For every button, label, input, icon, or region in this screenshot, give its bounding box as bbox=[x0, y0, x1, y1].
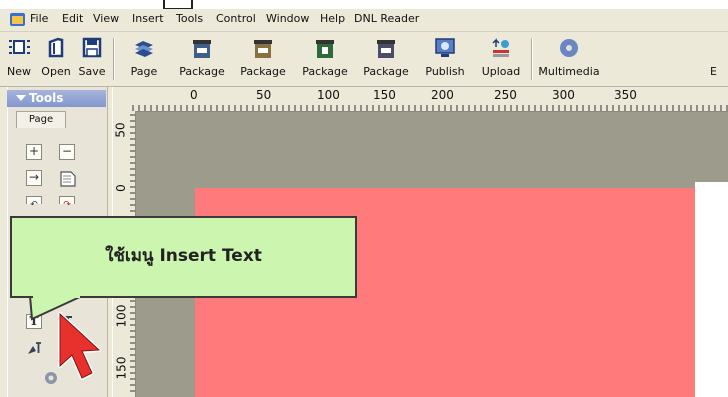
package-lock-icon bbox=[316, 40, 334, 58]
undo-icon: ↶ bbox=[30, 200, 38, 210]
ruler-label: 50 bbox=[256, 88, 272, 102]
new-button-label: New bbox=[7, 65, 31, 78]
minus-icon: − bbox=[61, 144, 73, 158]
menu-tools[interactable]: Tools bbox=[176, 12, 203, 25]
package-button-1-label: Package bbox=[179, 65, 225, 78]
arrow-right-icon: → bbox=[28, 170, 40, 184]
menu-bar: File Edit View Insert Tools Control Wind… bbox=[0, 9, 728, 32]
menu-dnl-reader[interactable]: DNL Reader bbox=[354, 12, 419, 25]
menu-edit[interactable]: Edit bbox=[62, 12, 83, 25]
toolbar: New Open Save Page Package Package Packa… bbox=[0, 32, 728, 87]
menu-view[interactable]: View bbox=[93, 12, 119, 25]
save-button-label: Save bbox=[78, 65, 106, 78]
package-button-2[interactable]: Package bbox=[232, 32, 294, 86]
open-button-label: Open bbox=[41, 65, 71, 78]
toolbar-separator bbox=[113, 38, 114, 80]
upload-icon bbox=[492, 38, 509, 57]
save-disk-icon bbox=[82, 37, 102, 58]
upload-button-label: Upload bbox=[481, 65, 521, 78]
ruler-label: 100 bbox=[317, 88, 340, 102]
top-partial-strip bbox=[0, 0, 728, 9]
package-button-1[interactable]: Package bbox=[172, 32, 232, 86]
ruler-label: 0 bbox=[113, 184, 128, 192]
add-page-tool[interactable]: + bbox=[26, 144, 42, 160]
page-button[interactable]: Page bbox=[116, 32, 172, 86]
ruler-label: 250 bbox=[494, 88, 517, 102]
ruler-label: 200 bbox=[431, 88, 454, 102]
new-button[interactable]: New bbox=[0, 32, 38, 86]
package-box-icon bbox=[193, 40, 211, 58]
package-box-icon bbox=[377, 40, 395, 58]
upload-button[interactable]: Upload bbox=[474, 32, 528, 86]
horizontal-ruler: 0 50 100 150 200 250 300 350 bbox=[113, 87, 728, 112]
package-button-3[interactable]: Package bbox=[294, 32, 356, 86]
plus-icon: + bbox=[28, 144, 40, 158]
instruction-callout: ใช้เมนู Insert Text bbox=[10, 216, 357, 321]
redo-icon: ↷ bbox=[63, 200, 71, 210]
next-page-tool[interactable]: → bbox=[26, 170, 42, 186]
package-button-3-label: Package bbox=[302, 65, 348, 78]
collapse-triangle-icon bbox=[16, 95, 26, 101]
package-box-icon bbox=[254, 40, 272, 58]
menu-control[interactable]: Control bbox=[216, 12, 256, 25]
partial-icon-box bbox=[163, 0, 193, 9]
multimedia-button-label: Multimedia bbox=[538, 65, 600, 78]
ruler-label: 350 bbox=[614, 88, 637, 102]
ruler-label: 300 bbox=[552, 88, 575, 102]
tab-page[interactable]: Page bbox=[16, 111, 66, 128]
page-edge bbox=[695, 182, 728, 397]
page-layout-tool[interactable] bbox=[59, 170, 76, 187]
save-button[interactable]: Save bbox=[74, 32, 110, 86]
new-page-icon bbox=[9, 40, 30, 54]
ruler-label: 0 bbox=[190, 88, 198, 102]
redo-tool[interactable]: ↷ bbox=[59, 196, 75, 210]
menu-insert[interactable]: Insert bbox=[132, 12, 164, 25]
truncated-button[interactable]: E bbox=[710, 32, 728, 86]
publish-monitor-icon bbox=[435, 38, 455, 57]
ruler-label: 50 bbox=[113, 122, 128, 138]
remove-page-tool[interactable]: − bbox=[59, 144, 75, 160]
page-button-label: Page bbox=[130, 65, 158, 78]
open-file-icon bbox=[48, 37, 64, 58]
image-text-icon bbox=[28, 342, 41, 354]
multimedia-button[interactable]: Multimedia bbox=[534, 32, 604, 86]
toolbar-separator bbox=[531, 38, 532, 80]
undo-tool[interactable]: ↶ bbox=[26, 196, 42, 210]
menu-help[interactable]: Help bbox=[320, 12, 345, 25]
page-layout-icon bbox=[60, 171, 76, 187]
tools-panel-header[interactable]: Tools bbox=[7, 90, 106, 107]
callout-text: ใช้เมนู Insert Text bbox=[105, 246, 262, 266]
truncated-button-label: E bbox=[710, 65, 717, 78]
menu-window[interactable]: Window bbox=[266, 12, 309, 25]
page-stack-icon bbox=[135, 41, 153, 57]
open-button[interactable]: Open bbox=[38, 32, 74, 86]
package-button-4[interactable]: Package bbox=[356, 32, 416, 86]
publish-button-label: Publish bbox=[425, 65, 465, 78]
publish-button[interactable]: Publish bbox=[416, 32, 474, 86]
menu-file[interactable]: File bbox=[30, 12, 48, 25]
image-text-tool[interactable] bbox=[26, 340, 42, 356]
multimedia-icon bbox=[560, 39, 578, 57]
ruler-label: 150 bbox=[373, 88, 396, 102]
tools-panel-title: Tools bbox=[29, 91, 64, 105]
package-button-4-label: Package bbox=[363, 65, 409, 78]
mouse-cursor-icon bbox=[58, 312, 101, 380]
package-button-2-label: Package bbox=[240, 65, 286, 78]
app-icon bbox=[10, 13, 25, 26]
ruler-label: 150 bbox=[114, 356, 129, 380]
